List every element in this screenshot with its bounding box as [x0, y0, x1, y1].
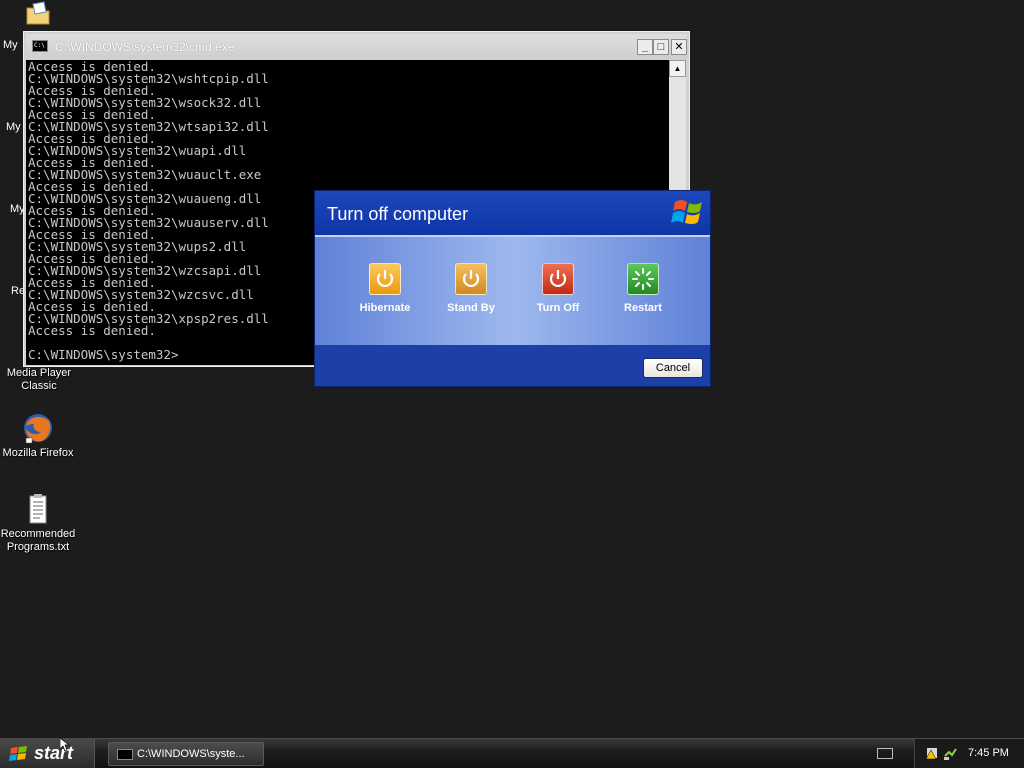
hibernate-label: Hibernate	[359, 302, 411, 314]
restart-label: Restart	[624, 302, 662, 314]
mouse-cursor-icon	[60, 738, 70, 752]
text-file-icon	[22, 493, 54, 525]
system-tray: 7:45 PM	[914, 739, 1024, 768]
folder-icon	[24, 0, 52, 28]
taskbar-item-label: C:\WINDOWS\syste...	[137, 748, 245, 760]
start-button[interactable]: start	[0, 739, 95, 768]
windows-logo-icon	[671, 197, 705, 229]
turn-off-dialog[interactable]: Turn off computer Hibernate Stand By Tur…	[314, 190, 711, 387]
minimize-button[interactable]: _	[637, 39, 653, 55]
cancel-button[interactable]: Cancel	[643, 358, 703, 378]
dialog-options-area: Hibernate Stand By Turn Off Restart	[315, 235, 710, 345]
taskbar: start C:\WINDOWS\syste... 7:45 PM	[0, 738, 1024, 768]
keyboard-icon[interactable]	[877, 748, 893, 759]
dialog-title: Turn off computer	[327, 204, 469, 224]
hibernate-option[interactable]: Hibernate	[345, 263, 425, 314]
taskbar-item-cmd[interactable]: C:\WINDOWS\syste...	[108, 742, 264, 766]
stand-by-option[interactable]: Stand By	[431, 263, 511, 314]
dialog-footer: Cancel	[315, 345, 710, 386]
turn-off-option[interactable]: Turn Off	[518, 263, 598, 314]
restart-icon[interactable]	[627, 263, 659, 295]
turn-off-label: Turn Off	[536, 302, 580, 314]
clock[interactable]: 7:45 PM	[968, 747, 1009, 759]
restart-option[interactable]: Restart	[603, 263, 683, 314]
maximize-button[interactable]: □	[653, 39, 669, 55]
stand-by-power-icon[interactable]	[455, 263, 487, 295]
network-icon[interactable]	[943, 746, 957, 760]
stand-by-label: Stand By	[447, 302, 495, 314]
cmd-window-title: C:\WINDOWS\system32\cmd.exe	[55, 40, 235, 54]
security-alert-icon[interactable]	[925, 746, 939, 760]
desktop-icon-my-documents[interactable]	[0, 0, 76, 31]
close-button[interactable]: ✕	[671, 39, 687, 55]
desktop-icon-label: Media Player Classic	[6, 367, 72, 392]
cmd-app-icon: C:\	[32, 40, 48, 52]
desktop-icon-recommended-programs[interactable]: Recommended Programs.txt	[0, 493, 76, 554]
desktop-icon-label: Recommended Programs.txt	[0, 528, 76, 553]
cmd-app-icon	[117, 749, 133, 760]
dialog-header: Turn off computer	[315, 191, 710, 235]
desktop-label-partial-1[interactable]: My	[3, 39, 18, 51]
hibernate-power-icon[interactable]	[369, 263, 401, 295]
desktop-icon-mozilla-firefox[interactable]: Mozilla Firefox	[0, 412, 76, 460]
scroll-up-icon[interactable]: ▲	[669, 60, 686, 77]
cmd-titlebar[interactable]: C:\ C:\WINDOWS\system32\cmd.exe _ □ ✕	[26, 34, 687, 58]
firefox-icon	[22, 412, 54, 444]
windows-flag-icon	[9, 745, 29, 763]
desktop-label-partial-2[interactable]: My	[6, 121, 21, 133]
turn-off-power-icon[interactable]	[542, 263, 574, 295]
desktop-icon-label: Mozilla Firefox	[2, 447, 74, 459]
desktop-icon-media-player-classic[interactable]: Media Player Classic	[1, 367, 77, 393]
